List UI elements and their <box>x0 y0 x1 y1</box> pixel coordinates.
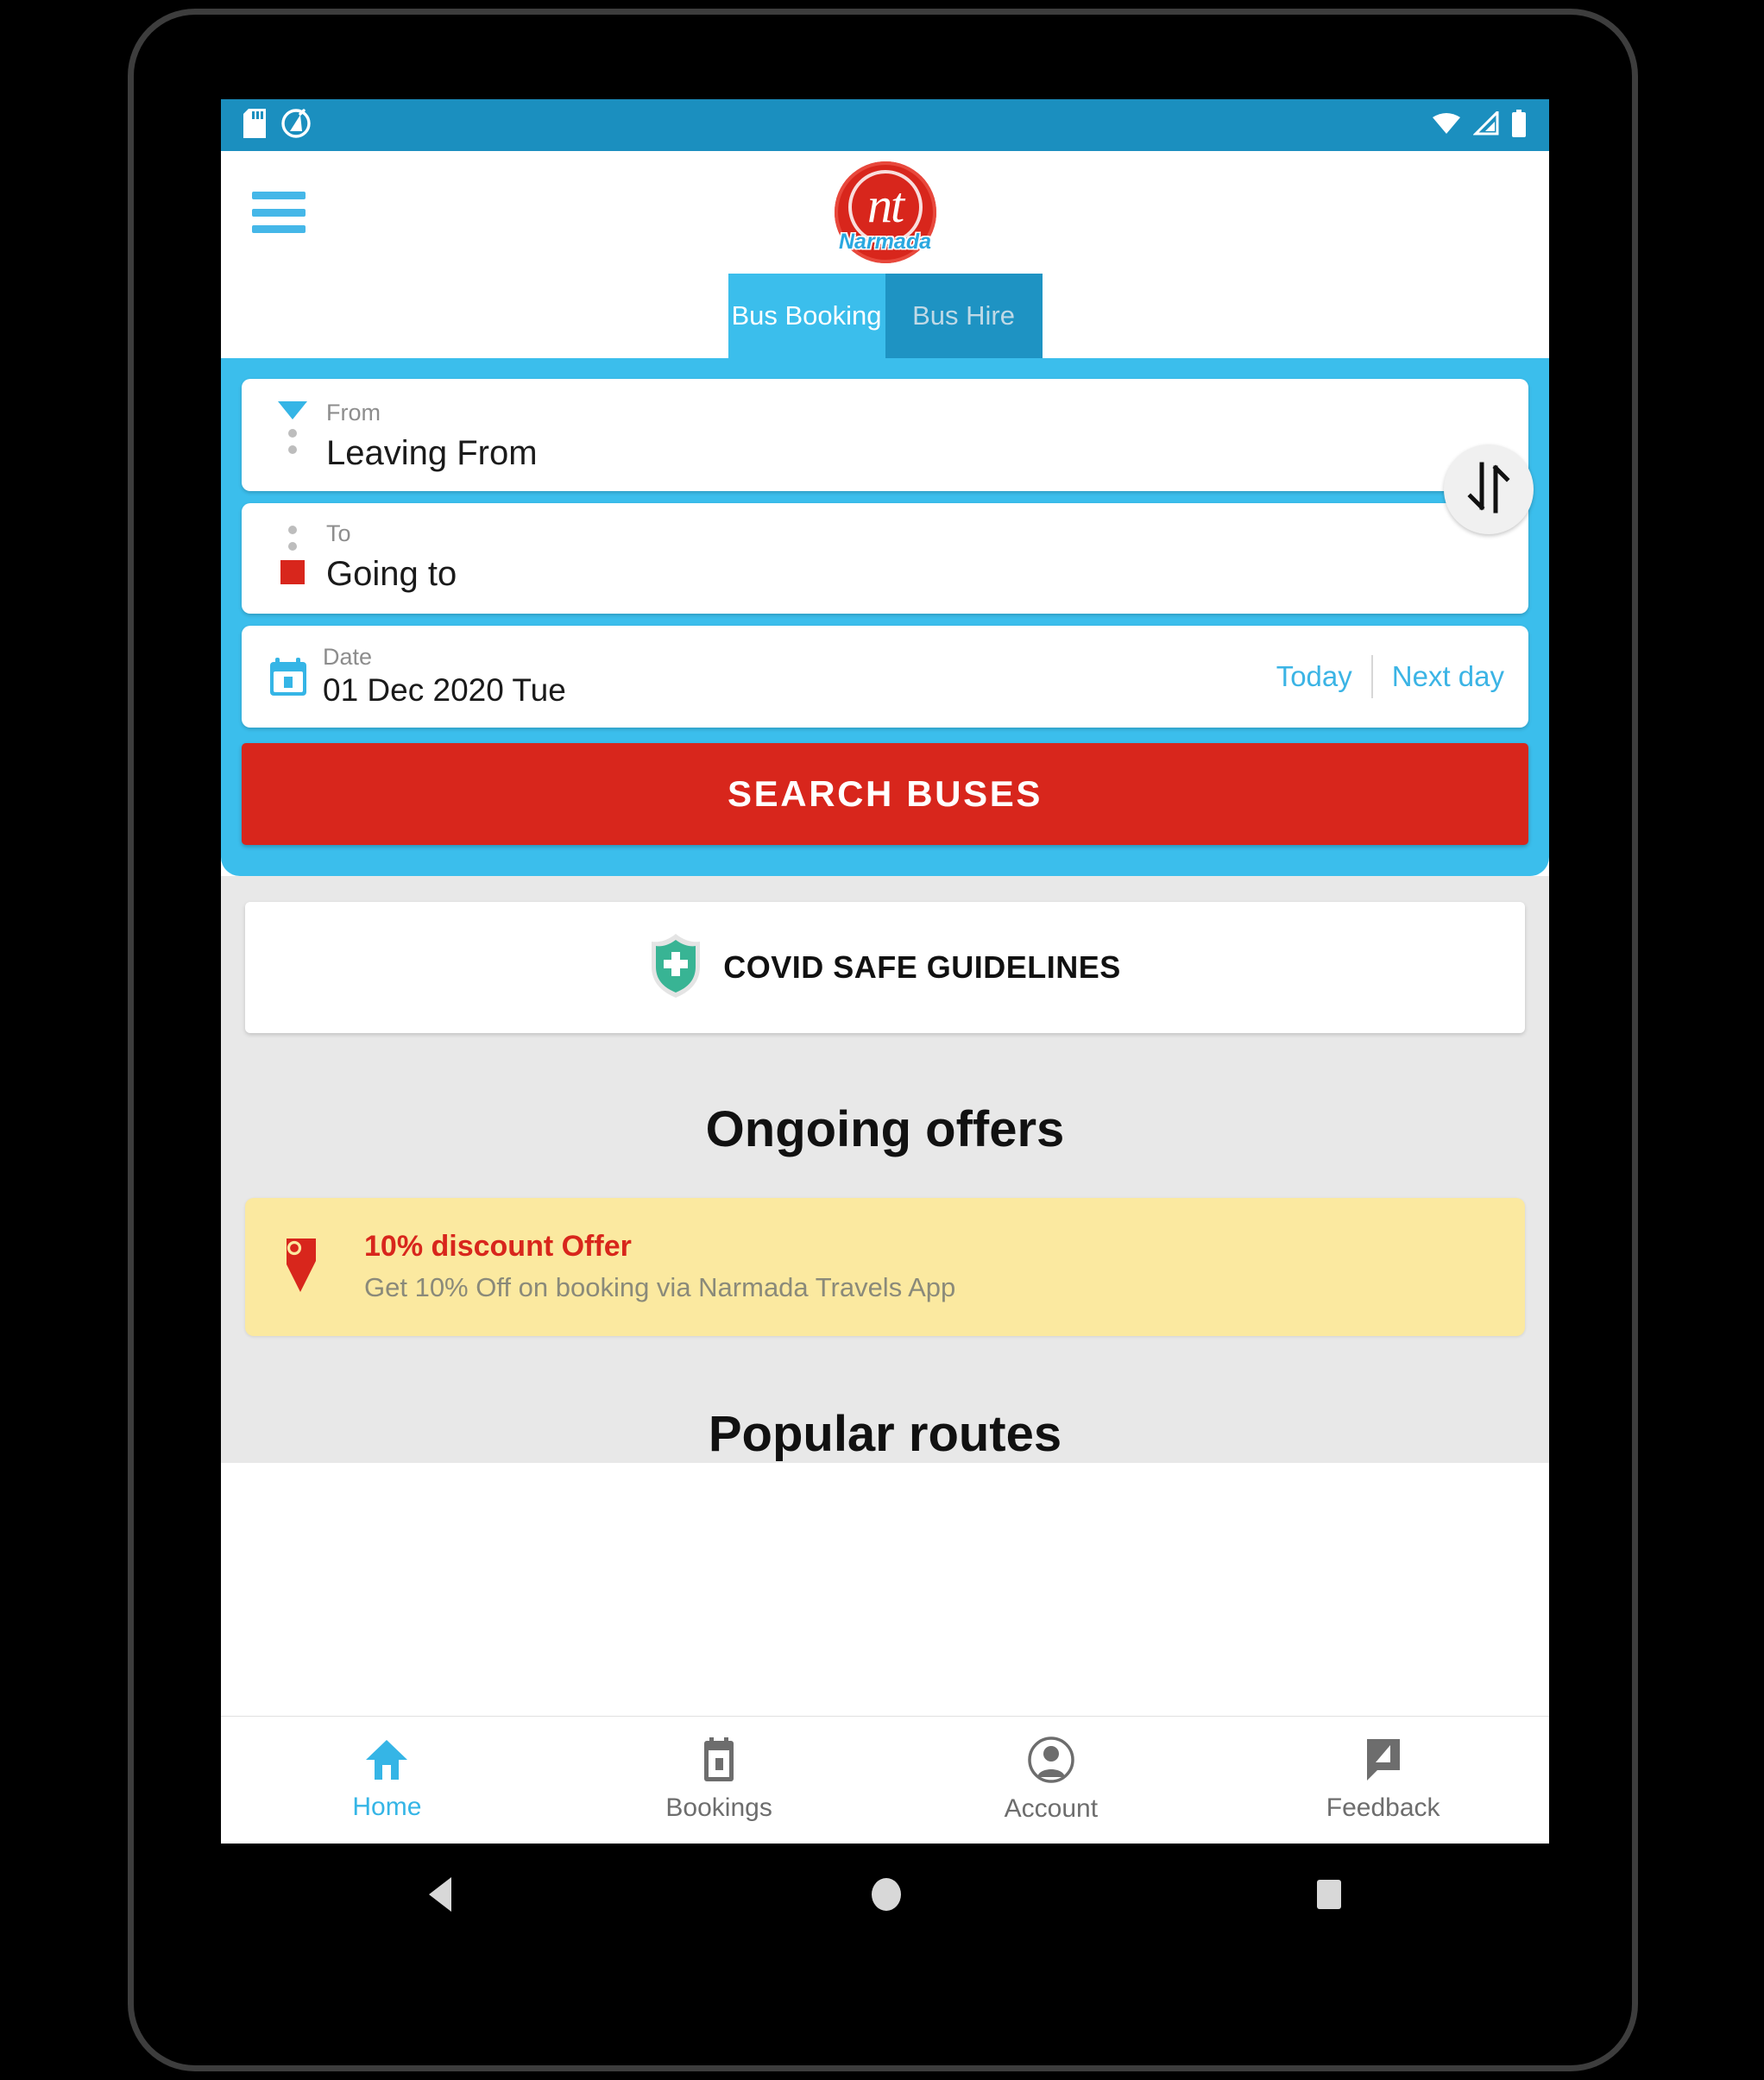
tab-bus-hire-label: Bus Hire <box>912 300 1015 331</box>
popular-routes-title: Popular routes <box>708 1406 1062 1462</box>
offer-card[interactable]: 10% discount Offer Get 10% Off on bookin… <box>245 1198 1525 1336</box>
home-button[interactable] <box>868 1876 904 1913</box>
date-quick-links: Today Next day <box>1276 655 1504 698</box>
search-buses-label: SEARCH BUSES <box>728 773 1043 814</box>
app-screen: nt Narmada Bus Booking Bus Hire From Lea… <box>221 99 1549 1844</box>
ticket-icon <box>698 1737 740 1787</box>
nav-item-feedback-label: Feedback <box>1326 1793 1440 1822</box>
to-field[interactable]: To Going to <box>242 503 1528 614</box>
covid-safe-guidelines-label: COVID SAFE GUIDELINES <box>723 949 1121 985</box>
status-bar-right-icons <box>1432 108 1527 142</box>
search-panel: From Leaving From To Going to Date 01 De… <box>221 358 1549 876</box>
recents-button[interactable] <box>1314 1878 1345 1911</box>
tab-bus-booking[interactable]: Bus Booking <box>728 274 885 358</box>
nav-item-home-label: Home <box>352 1793 422 1821</box>
nav-item-account-label: Account <box>1004 1794 1099 1823</box>
circle-slash-icon <box>281 108 311 142</box>
swap-vertical-arrows-icon <box>1465 461 1513 519</box>
logo-monogram: nt <box>866 177 904 233</box>
date-field[interactable]: Date 01 Dec 2020 Tue Today Next day <box>242 626 1528 728</box>
tab-bus-booking-label: Bus Booking <box>731 300 882 331</box>
status-bar-left-icons <box>243 108 311 142</box>
nav-item-bookings-label: Bookings <box>665 1793 772 1822</box>
date-value: 01 Dec 2020 Tue <box>323 672 566 708</box>
feedback-icon <box>1362 1737 1405 1787</box>
from-label: From <box>326 400 381 425</box>
sd-card-icon <box>243 108 266 142</box>
route-dots-from <box>288 429 297 462</box>
wifi-icon <box>1432 111 1461 140</box>
nav-item-account[interactable]: Account <box>885 1717 1218 1844</box>
offer-texts: 10% discount Offer Get 10% Off on bookin… <box>364 1227 955 1307</box>
scroll-content: COVID SAFE GUIDELINES Ongoing offers 10%… <box>221 876 1549 1463</box>
date-label: Date <box>323 644 373 670</box>
nav-item-bookings[interactable]: Bookings <box>553 1717 885 1844</box>
nav-item-feedback[interactable]: Feedback <box>1217 1717 1549 1844</box>
bottom-navigation: Home Bookings Account Feedback <box>221 1716 1549 1844</box>
triangle-down-marker-icon <box>278 401 307 419</box>
person-icon <box>1028 1736 1074 1787</box>
ongoing-offers-title: Ongoing offers <box>705 1101 1065 1157</box>
swap-locations-button[interactable] <box>1444 444 1534 534</box>
tab-bar: Bus Booking Bus Hire <box>221 274 1549 358</box>
android-navigation-bar <box>221 1844 1549 1945</box>
to-label: To <box>326 520 351 546</box>
from-value: Leaving From <box>326 434 538 472</box>
tab-bus-hire[interactable]: Bus Hire <box>885 274 1043 358</box>
covid-safe-guidelines-card[interactable]: COVID SAFE GUIDELINES <box>245 902 1525 1033</box>
home-icon <box>364 1738 409 1786</box>
price-tag-icon <box>281 1235 338 1300</box>
narmada-logo: nt Narmada <box>834 161 936 263</box>
nav-item-home[interactable]: Home <box>221 1717 553 1844</box>
logo-wordmark: Narmada <box>839 230 931 254</box>
next-day-link[interactable]: Next day <box>1392 660 1504 693</box>
status-bar <box>221 99 1549 151</box>
battery-icon <box>1511 109 1527 142</box>
route-dots-to <box>288 526 297 558</box>
offer-title: 10% discount Offer <box>364 1230 632 1263</box>
cellular-signal-icon <box>1472 108 1499 140</box>
calendar-icon <box>269 657 307 696</box>
square-marker-icon <box>280 560 305 584</box>
app-bar: nt Narmada <box>221 151 1549 274</box>
today-link[interactable]: Today <box>1276 660 1352 693</box>
from-field[interactable]: From Leaving From <box>242 379 1528 491</box>
shield-cross-icon <box>649 932 702 1004</box>
date-texts: Date 01 Dec 2020 Tue <box>323 643 1276 710</box>
date-link-divider <box>1370 655 1373 698</box>
offer-subtitle: Get 10% Off on booking via Narmada Trave… <box>364 1272 956 1302</box>
search-buses-button[interactable]: SEARCH BUSES <box>242 743 1528 845</box>
hamburger-menu-icon[interactable] <box>252 192 306 233</box>
back-button[interactable] <box>425 1875 460 1913</box>
to-value: Going to <box>326 555 457 593</box>
